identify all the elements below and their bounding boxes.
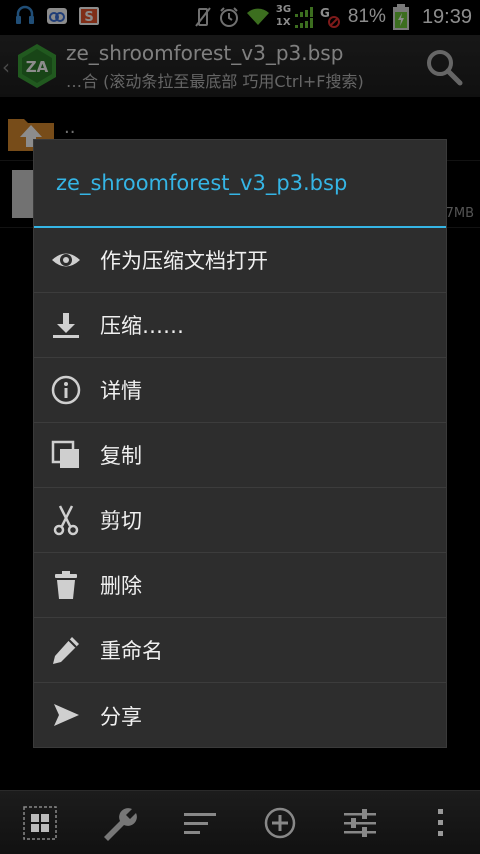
menu-item-label: 作为压缩文档打开 [100,249,268,273]
grid-icon[interactable] [20,803,60,843]
file-context-menu-dialog: ze_shroomforest_v3_p3.bsp 作为压缩文档打开 压缩…… … [33,139,447,748]
menu-item-label: 压缩…… [100,314,184,338]
wrench-icon[interactable] [100,803,140,843]
menu-item-rename[interactable]: 重命名 [34,618,446,683]
menu-item-compress[interactable]: 压缩…… [34,293,446,358]
menu-item-open-as-archive[interactable]: 作为压缩文档打开 [34,228,446,293]
menu-item-copy[interactable]: 复制 [34,423,446,488]
menu-item-label: 复制 [100,444,142,468]
download-icon [50,309,82,341]
menu-item-label: 重命名 [100,639,163,663]
menu-item-label: 分享 [100,704,142,729]
menu-item-share[interactable]: 分享 [34,683,446,748]
pencil-icon [50,634,82,666]
bottom-toolbar [0,790,480,854]
trash-icon [50,569,82,601]
add-icon[interactable] [260,803,300,843]
dialog-title: ze_shroomforest_v3_p3.bsp [56,171,348,195]
overflow-menu-icon[interactable] [420,803,460,843]
menu-item-details[interactable]: 详情 [34,358,446,423]
settings-sliders-icon[interactable] [340,803,380,843]
context-menu-list: 作为压缩文档打开 压缩…… 详情 复制 剪切 删除 重命名 分享 [34,228,446,748]
menu-item-delete[interactable]: 删除 [34,553,446,618]
copy-icon [50,439,82,471]
sort-icon[interactable] [180,803,220,843]
info-icon [50,374,82,406]
menu-item-label: 删除 [100,574,142,598]
menu-item-cut[interactable]: 剪切 [34,488,446,553]
share-icon [50,699,82,731]
eye-icon [50,244,82,276]
menu-item-label: 剪切 [100,509,142,533]
menu-item-label: 详情 [100,379,142,403]
scissors-icon [50,504,82,536]
